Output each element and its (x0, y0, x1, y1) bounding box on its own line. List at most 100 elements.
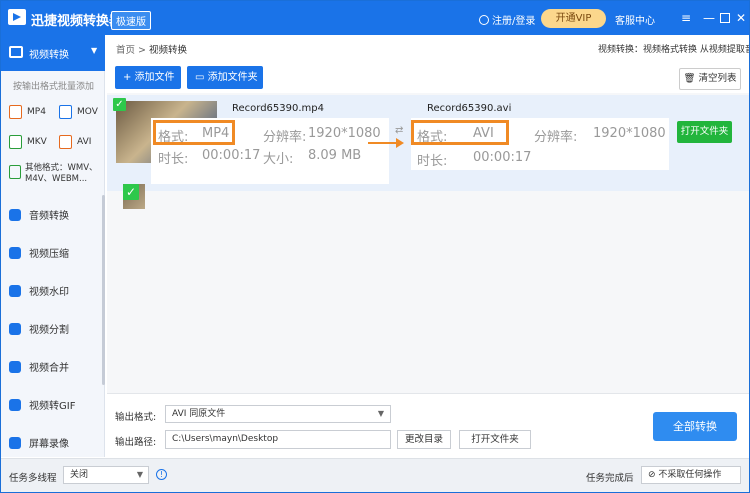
screen-record-icon (9, 436, 21, 449)
change-dir-button[interactable]: 更改目录 (397, 430, 451, 449)
mkv-file-icon (9, 135, 22, 149)
multithread-label: 任务多线程 (9, 473, 57, 484)
after-task-label: 任务完成后 (586, 473, 634, 484)
sidebar-item-video-watermark[interactable]: 视频水印 (9, 283, 69, 298)
chevron-down-icon: ▼ (136, 470, 143, 479)
checkbox-checked[interactable]: ✓ (123, 184, 139, 200)
target-duration-label: 时长: (417, 154, 448, 169)
format-mov[interactable]: MOV (59, 105, 98, 119)
format-label: MKV (27, 137, 47, 147)
source-size-value: 8.09 MB (308, 148, 362, 163)
add-file-button[interactable]: + 添加文件 (115, 66, 181, 89)
menu-icon[interactable]: ≡ (681, 11, 691, 25)
output-format-value: AVI 同原文件 (172, 409, 226, 419)
sidebar-item-label: 视频水印 (29, 287, 69, 298)
compress-icon (9, 246, 21, 259)
watermark-icon (9, 284, 21, 297)
sidebar-item-video-convert[interactable]: 视频转换 ▼ (1, 35, 105, 71)
target-format-value[interactable]: AVI (473, 126, 494, 141)
folder-icon: ▭ (195, 72, 208, 83)
minimize-icon[interactable]: — (703, 11, 715, 25)
add-folder-label: 添加文件夹 (207, 72, 258, 83)
format-hint: 按输出格式批量添加 (13, 82, 95, 92)
user-icon (479, 15, 489, 25)
breadcrumb: 首页 > 视频转换 (116, 42, 187, 56)
format-label: MOV (77, 107, 98, 117)
sidebar-item-label: 视频转换 (29, 50, 69, 61)
mov-file-icon (59, 105, 72, 119)
format-other[interactable]: 其他格式：WMV、M4V、WEBM... (9, 163, 99, 185)
source-resolution-value: 1920*1080 (308, 126, 381, 141)
source-size-label: 大小: (263, 152, 294, 167)
breadcrumb-current: 视频转换 (149, 45, 188, 56)
format-mp4[interactable]: MP4 (9, 105, 46, 119)
multithread-value: 关闭 (70, 470, 89, 480)
format-mkv[interactable]: MKV (9, 135, 47, 149)
sidebar-item-screen-record[interactable]: 屏幕录像 (9, 435, 69, 450)
open-folder-button[interactable]: 打开文件夹 (677, 121, 732, 143)
header-tip: 视频转换：视频格式转换 从视频提取音频 (598, 45, 750, 55)
breadcrumb-home[interactable]: 首页 (116, 45, 135, 56)
breadcrumb-separator: > (138, 45, 147, 56)
close-icon[interactable]: ✕ (736, 11, 746, 25)
app-window: 迅捷视频转换器 极速版 注册/登录 开通VIP 客服中心 ≡ — ✕ 视频转换 … (0, 0, 750, 493)
source-resolution-label: 分辨率: (263, 130, 307, 145)
other-file-icon (9, 165, 21, 179)
maximize-icon[interactable] (720, 13, 730, 23)
audio-icon (9, 208, 21, 221)
chevron-down-icon: ▼ (377, 409, 384, 418)
target-format-label: 格式: (417, 130, 448, 145)
sidebar: 视频转换 ▼ 按输出格式批量添加 MP4 MOV MKV AVI 其他格式：WM… (1, 35, 105, 457)
source-duration-value: 00:00:17 (202, 148, 261, 163)
merge-icon (9, 360, 21, 373)
video-icon (9, 46, 23, 58)
convert-all-button[interactable]: 全部转换 (653, 412, 737, 441)
sidebar-item-video-compress[interactable]: 视频压缩 (9, 245, 69, 260)
edition-badge: 极速版 (111, 11, 151, 30)
avi-file-icon (59, 135, 72, 149)
login-label: 注册/登录 (492, 16, 536, 27)
title-bar: 迅捷视频转换器 极速版 注册/登录 开通VIP 客服中心 ≡ — ✕ (1, 1, 749, 35)
after-task-select[interactable]: ⊘ 不采取任何操作 (641, 466, 741, 484)
app-logo-icon (8, 9, 26, 25)
format-avi[interactable]: AVI (59, 135, 91, 149)
arrow-head-icon (396, 138, 404, 148)
gif-icon (9, 398, 21, 411)
sidebar-item-label: 音频转换 (29, 211, 69, 222)
target-resolution-label: 分辨率: (534, 130, 578, 145)
multithread-select[interactable]: 关闭 ▼ (63, 466, 149, 484)
trash-icon: 🗑 (683, 73, 699, 84)
target-duration-value: 00:00:17 (473, 150, 532, 165)
vip-button[interactable]: 开通VIP (541, 9, 606, 28)
sidebar-item-video-split[interactable]: 视频分割 (9, 321, 69, 336)
login-link[interactable]: 注册/登录 (479, 12, 535, 27)
sidebar-item-audio-convert[interactable]: 音频转换 (9, 207, 69, 222)
open-output-folder-button[interactable]: 打开文件夹 (459, 430, 531, 449)
info-icon[interactable]: ! (156, 469, 167, 480)
source-format-highlight (153, 120, 235, 145)
output-path-input[interactable]: C:\Users\mayn\Desktop (165, 430, 391, 449)
source-duration-label: 时长: (158, 152, 189, 167)
after-task-value: 不采取任何操作 (658, 470, 722, 480)
output-format-select[interactable]: AVI 同原文件 ▼ (165, 405, 391, 423)
service-center-link[interactable]: 客服中心 (615, 12, 655, 27)
app-title: 迅捷视频转换器 (31, 14, 123, 29)
add-folder-button[interactable]: ▭ 添加文件夹 (187, 66, 263, 89)
sidebar-item-video-merge[interactable]: 视频合并 (9, 359, 69, 374)
checkbox-checked[interactable]: ✓ (113, 98, 126, 111)
sidebar-item-label: 屏幕录像 (29, 439, 69, 450)
clear-list-button[interactable]: 🗑 清空列表 (679, 68, 741, 90)
source-file-name: Record65390.mp4 (232, 103, 324, 114)
no-entry-icon: ⊘ (648, 470, 659, 480)
clear-list-label: 清空列表 (698, 73, 737, 84)
output-format-label: 输出格式: (115, 412, 157, 423)
sidebar-item-video-gif[interactable]: 视频转GIF (9, 397, 75, 412)
format-label: 其他格式：WMV、M4V、WEBM... (25, 163, 98, 184)
sidebar-item-label: 视频转GIF (29, 401, 76, 412)
target-file-name: Record65390.avi (427, 103, 512, 114)
mp4-file-icon (9, 105, 22, 119)
sidebar-item-label: 视频压缩 (29, 249, 69, 260)
sidebar-scrollbar[interactable] (102, 195, 105, 385)
output-path-label: 输出路径: (115, 437, 157, 448)
format-label: MP4 (27, 107, 46, 117)
